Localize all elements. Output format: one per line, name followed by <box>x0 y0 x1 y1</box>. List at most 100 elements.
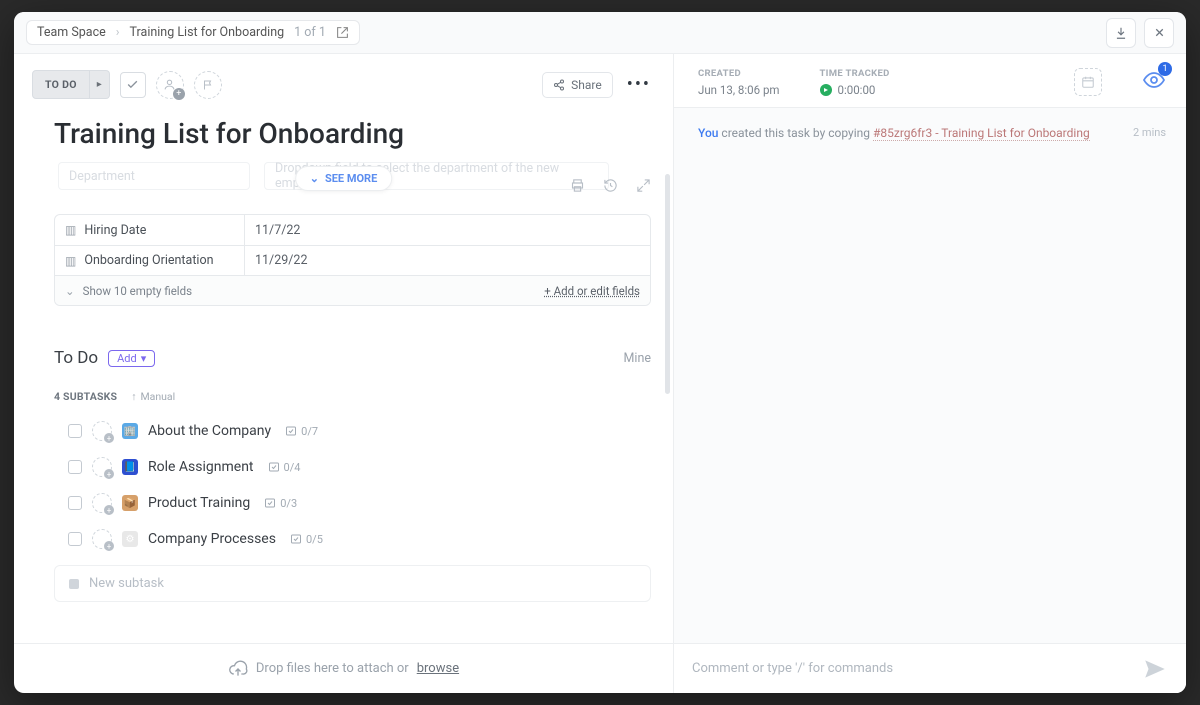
expand-icon[interactable] <box>636 178 651 193</box>
status-selector[interactable]: TO DO ▸ <box>32 70 110 99</box>
description-preview: Department Dropdown field to select the … <box>14 156 673 202</box>
see-more-button[interactable]: ⌄ SEE MORE <box>295 166 393 191</box>
breadcrumb: Team Space › Training List for Onboardin… <box>26 20 360 45</box>
subtask-row[interactable]: +📘Role Assignment0/4 <box>14 449 673 485</box>
subtask-checkbox[interactable] <box>68 424 82 438</box>
subtask-progress[interactable]: 0/3 <box>264 497 297 510</box>
breadcrumb-count: 1 of 1 <box>294 25 326 40</box>
activity-log: You created this task by copying #85zrg6… <box>674 108 1186 643</box>
new-subtask-placeholder: New subtask <box>89 576 164 591</box>
created-meta: CREATED Jun 13, 8:06 pm <box>698 68 780 97</box>
comment-input[interactable] <box>692 661 1132 676</box>
subtasks-header: To Do Add▾ Mine <box>14 306 673 372</box>
print-icon[interactable] <box>570 178 585 193</box>
breadcrumb-space[interactable]: Team Space <box>37 25 106 40</box>
created-label: CREATED <box>698 68 780 79</box>
activity-copied-task-link[interactable]: #85zrg6fr3 - Training List for Onboardin… <box>873 126 1090 141</box>
task-toolbar: TO DO ▸ + Sha <box>14 54 673 107</box>
subtask-name[interactable]: About the Company <box>148 423 271 439</box>
scrollbar[interactable] <box>665 174 670 394</box>
subtask-checkbox[interactable] <box>68 496 82 510</box>
subtask-row[interactable]: + ⚙ Company Processes 0/5 <box>14 521 673 557</box>
subtask-count: 4 SUBTASKS <box>54 390 117 403</box>
share-label: Share <box>571 78 602 92</box>
subtask-checkbox[interactable] <box>68 460 82 474</box>
status-next-button[interactable]: ▸ <box>90 70 110 99</box>
complete-button[interactable] <box>120 72 146 98</box>
sort-mode[interactable]: ↑Manual <box>131 390 175 403</box>
new-subtask-input[interactable]: New subtask <box>54 565 651 602</box>
activity-actor[interactable]: You <box>698 126 718 140</box>
comment-bar <box>674 643 1186 693</box>
chevron-down-icon[interactable]: ⌄ <box>65 284 75 298</box>
subtask-row[interactable]: + 🏢 About the Company 0/7 <box>14 413 673 449</box>
chevron-down-icon: ▾ <box>141 352 147 365</box>
plus-icon: + <box>173 88 185 100</box>
more-menu[interactable]: ••• <box>623 74 655 95</box>
custom-fields: ▥ Hiring Date 11/7/22 ▥ Onboarding Orienta… <box>54 214 651 306</box>
cf-label: Onboarding Orientation <box>84 253 213 268</box>
subtask-name[interactable]: Company Processes <box>148 531 276 547</box>
status-label[interactable]: TO DO <box>32 70 90 99</box>
mine-filter[interactable]: Mine <box>624 351 651 366</box>
show-empty-fields[interactable]: Show 10 empty fields <box>83 284 192 298</box>
subtask-row[interactable]: +📦Product Training0/3 <box>14 485 673 521</box>
subtasks-status-title: To Do <box>54 348 98 368</box>
time-tracked-value: 0:00:00 <box>838 83 876 97</box>
subtask-icon: 🏢 <box>122 423 138 439</box>
watchers-button[interactable]: 1 <box>1142 68 1166 92</box>
time-tracked-meta[interactable]: TIME TRACKED 0:00:00 <box>820 68 890 97</box>
close-button[interactable] <box>1144 18 1174 48</box>
subtask-assignee-add[interactable]: + <box>92 421 112 441</box>
chevron-right-icon: › <box>116 25 120 40</box>
task-title[interactable]: Training List for Onboarding <box>14 107 673 156</box>
cf-label: Hiring Date <box>84 223 146 238</box>
send-icon[interactable] <box>1142 656 1168 682</box>
subtasks-meta: 4 SUBTASKS ↑Manual <box>14 372 673 413</box>
chevron-down-icon: ⌄ <box>310 172 319 185</box>
subtask-icon: ⚙ <box>122 531 138 547</box>
calendar-icon: ▥ <box>65 254 76 268</box>
add-edit-fields[interactable]: + Add or edit fields <box>544 284 640 298</box>
cf-value[interactable]: 11/7/22 <box>245 223 650 238</box>
see-more-label: SEE MORE <box>325 172 377 185</box>
dropzone-text: Drop files here to attach or <box>256 661 409 676</box>
cf-value[interactable]: 11/29/22 <box>245 253 650 268</box>
arrow-up-icon: ↑ <box>131 390 136 403</box>
subtask-assignee-add[interactable]: + <box>92 529 112 549</box>
subtask-name[interactable]: Role Assignment <box>148 459 254 475</box>
minimize-button[interactable] <box>1106 18 1136 48</box>
watchers-count: 1 <box>1158 62 1172 76</box>
ghost-field-label: Department <box>58 162 250 190</box>
subtask-assignee-add[interactable]: + <box>92 457 112 477</box>
add-subtask-button[interactable]: Add▾ <box>108 350 155 367</box>
activity-entry: You created this task by copying #85zrg6… <box>698 126 1166 140</box>
browse-link[interactable]: browse <box>417 661 459 676</box>
priority-add[interactable] <box>194 71 222 99</box>
attachment-dropzone[interactable]: Drop files here to attach or browse <box>14 643 673 693</box>
subtask-progress[interactable]: 0/7 <box>285 425 318 438</box>
breadcrumb-item[interactable]: Training List for Onboarding <box>130 25 285 40</box>
custom-fields-footer: ⌄ Show 10 empty fields + Add or edit fie… <box>55 275 650 305</box>
play-icon[interactable] <box>820 84 832 96</box>
subtask-progress[interactable]: 0/4 <box>268 461 301 474</box>
share-button[interactable]: Share <box>542 72 613 98</box>
custom-field-row[interactable]: ▥ Onboarding Orientation 11/29/22 <box>55 245 650 275</box>
popout-icon[interactable] <box>336 26 349 39</box>
task-detail-pane: TO DO ▸ + Sha <box>14 54 674 693</box>
task-modal: Team Space › Training List for Onboardin… <box>14 12 1186 693</box>
subtask-name[interactable]: Product Training <box>148 495 250 511</box>
time-tracked-label: TIME TRACKED <box>820 68 890 79</box>
subtask-progress[interactable]: 0/5 <box>290 533 323 546</box>
due-date-add[interactable] <box>1074 68 1102 96</box>
history-icon[interactable] <box>603 178 618 193</box>
status-square-icon <box>69 579 79 589</box>
calendar-icon: ▥ <box>65 223 76 237</box>
custom-field-row[interactable]: ▥ Hiring Date 11/7/22 <box>55 215 650 245</box>
subtask-checkbox[interactable] <box>68 532 82 546</box>
subtask-assignee-add[interactable]: + <box>92 493 112 513</box>
created-value: Jun 13, 8:06 pm <box>698 83 780 97</box>
activity-pane: CREATED Jun 13, 8:06 pm TIME TRACKED 0:0… <box>674 54 1186 693</box>
breadcrumb-bar: Team Space › Training List for Onboardin… <box>14 12 1186 54</box>
assignee-add[interactable]: + <box>156 71 184 99</box>
